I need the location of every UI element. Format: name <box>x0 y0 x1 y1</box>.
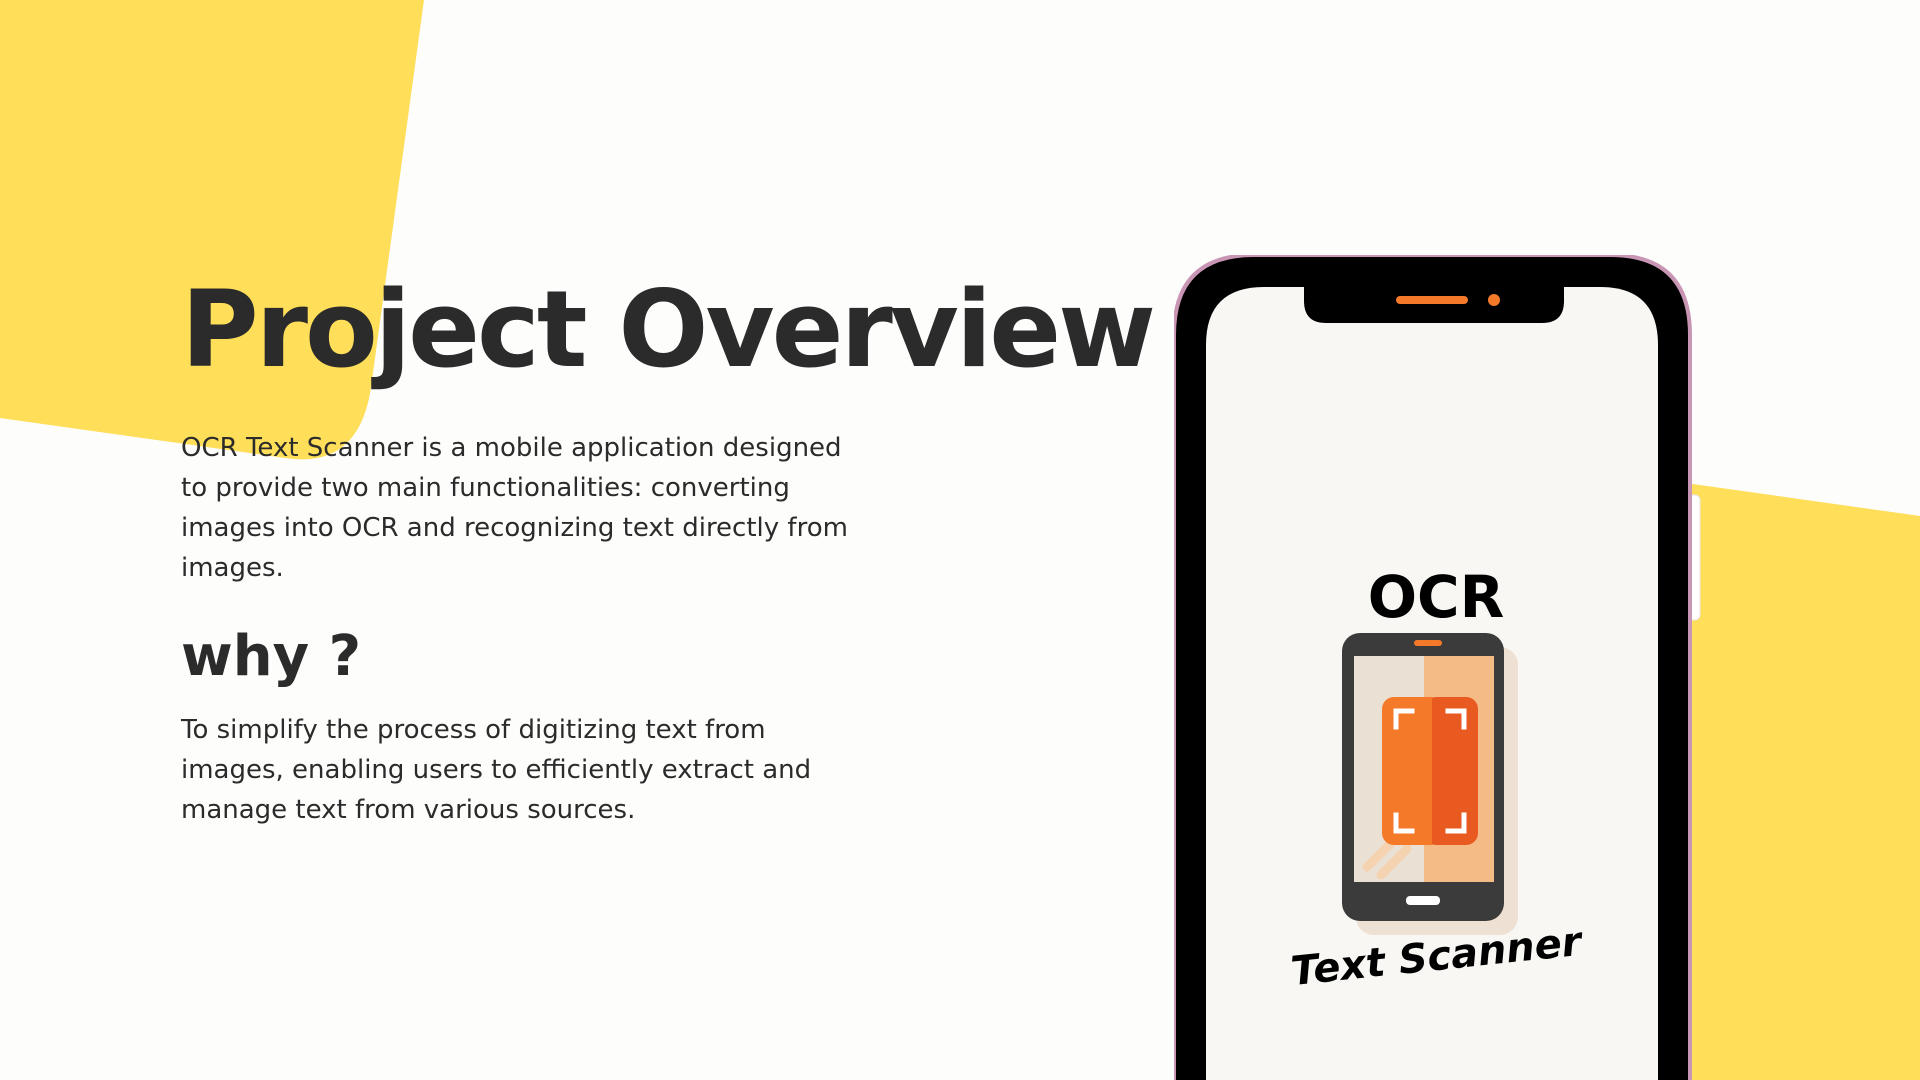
page-title: Project Overview <box>181 268 1156 391</box>
why-text: To simplify the process of digitizing te… <box>181 715 812 825</box>
why-heading: why ? <box>181 624 362 689</box>
logo-phone-speaker <box>1414 640 1442 646</box>
phone-mockup: OCR Text Scanner <box>1174 255 1701 1080</box>
phone-camera <box>1488 294 1500 306</box>
logo-scanner-right <box>1424 697 1478 845</box>
logo-home-button <box>1406 896 1440 905</box>
description-text: OCR Text Scanner is a mobile application… <box>181 433 848 583</box>
phone-speaker <box>1396 296 1468 304</box>
slide-content: Project Overview OCR Text Scanner is a m… <box>181 268 1156 830</box>
logo-top-text: OCR <box>1368 563 1505 631</box>
